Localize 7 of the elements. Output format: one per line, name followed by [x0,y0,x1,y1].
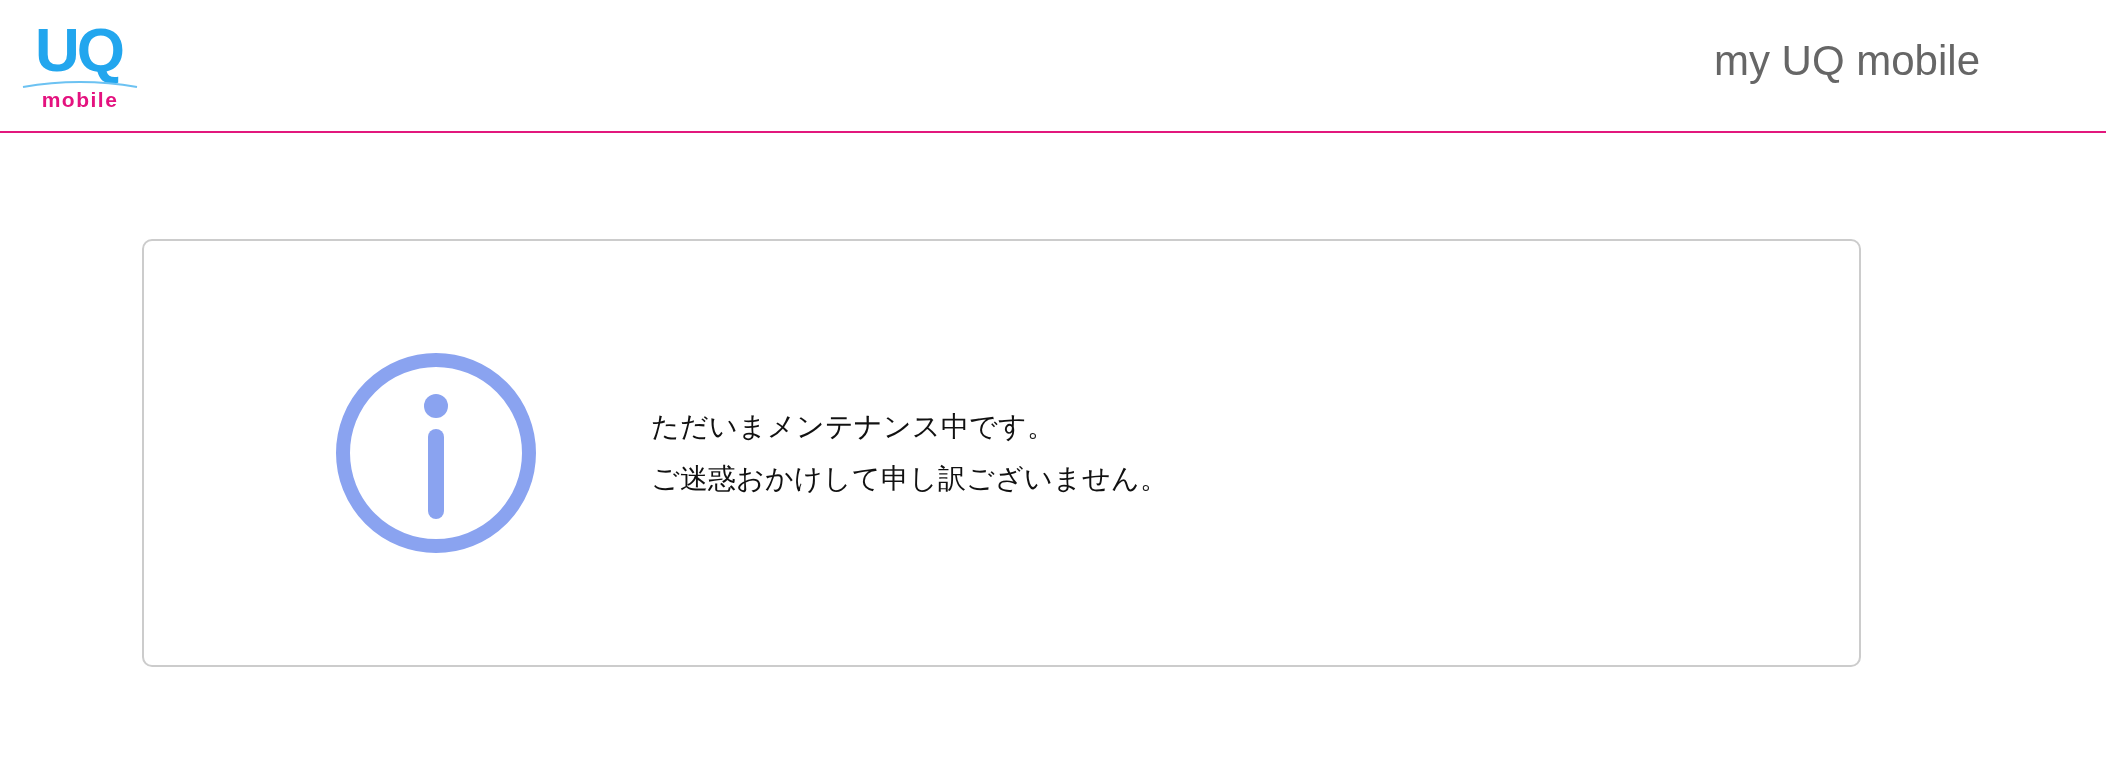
info-icon [336,353,536,553]
site-title: my UQ mobile [1713,36,1980,86]
notice-message: ただいまメンテナンス中です。 [651,410,1056,444]
arc-icon [22,81,138,88]
logo-mark: UQ [35,19,124,81]
logo-wordmark: mobile [41,88,119,113]
notice-message: ご迷惑おかけして申し訳ございません。 [651,462,1168,496]
